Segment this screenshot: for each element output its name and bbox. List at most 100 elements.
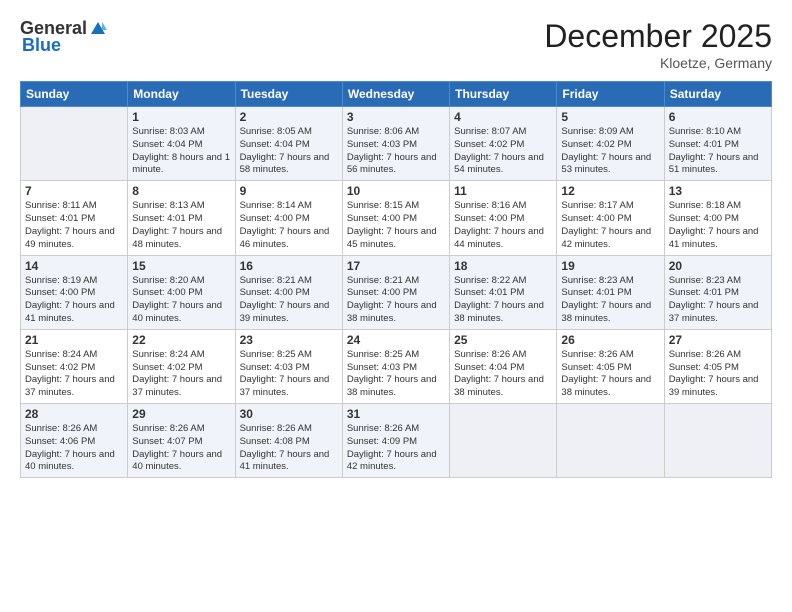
day-info: Sunrise: 8:26 AMSunset: 4:07 PMDaylight:… [132, 423, 230, 474]
day-number: 19 [561, 259, 659, 273]
day-number: 13 [669, 184, 767, 198]
day-number: 6 [669, 110, 767, 124]
day-number: 2 [240, 110, 338, 124]
day-number: 10 [347, 184, 445, 198]
calendar-cell: 4Sunrise: 8:07 AMSunset: 4:02 PMDaylight… [450, 107, 557, 181]
day-number: 30 [240, 407, 338, 421]
calendar-cell: 29 Sunrise: 8:26 AMSunset: 4:07 PMDayligh… [128, 404, 235, 478]
calendar-cell: 18Sunrise: 8:22 AMSunset: 4:01 PMDayligh… [450, 255, 557, 329]
day-number: 1 [132, 110, 230, 124]
day-info: Sunrise: 8:26 AMSunset: 4:06 PMDaylight:… [25, 423, 123, 474]
calendar-cell: 28 Sunrise: 8:26 AMSunset: 4:06 PMDayligh… [21, 404, 128, 478]
day-number: 28 [25, 407, 123, 421]
day-number: 27 [669, 333, 767, 347]
day-info: Sunrise: 8:06 AMSunset: 4:03 PMDaylight:… [347, 126, 445, 177]
day-number: 23 [240, 333, 338, 347]
day-info: Sunrise: 8:05 AMSunset: 4:04 PMDaylight:… [240, 126, 338, 177]
day-number: 12 [561, 184, 659, 198]
logo-blue: Blue [20, 35, 61, 56]
logo: General Blue [20, 18, 107, 56]
calendar-cell: 25 Sunrise: 8:26 AMSunset: 4:04 PMDayligh… [450, 329, 557, 403]
day-number: 16 [240, 259, 338, 273]
calendar-cell: 20 Sunrise: 8:23 AMSunset: 4:01 PMDayligh… [664, 255, 771, 329]
day-info: Sunrise: 8:21 AMSunset: 4:00 PMDaylight:… [240, 275, 338, 326]
col-header-thursday: Thursday [450, 82, 557, 107]
calendar-week-row: 28 Sunrise: 8:26 AMSunset: 4:06 PMDayligh… [21, 404, 772, 478]
calendar-cell: 24 Sunrise: 8:25 AMSunset: 4:03 PMDayligh… [342, 329, 449, 403]
day-number: 15 [132, 259, 230, 273]
month-title: December 2025 [544, 18, 772, 55]
day-info: Sunrise: 8:19 AMSunset: 4:00 PMDaylight:… [25, 275, 123, 326]
day-info: Sunrise: 8:13 AMSunset: 4:01 PMDaylight:… [132, 200, 230, 251]
location: Kloetze, Germany [544, 55, 772, 71]
day-info: Sunrise: 8:17 AMSunset: 4:00 PMDaylight:… [561, 200, 659, 251]
calendar-cell: 15 Sunrise: 8:20 AMSunset: 4:00 PMDayligh… [128, 255, 235, 329]
calendar-cell [664, 404, 771, 478]
calendar-cell [21, 107, 128, 181]
calendar-cell: 10 Sunrise: 8:15 AMSunset: 4:00 PMDayligh… [342, 181, 449, 255]
col-header-friday: Friday [557, 82, 664, 107]
calendar-cell: 3 Sunrise: 8:06 AMSunset: 4:03 PMDaylight… [342, 107, 449, 181]
day-info: Sunrise: 8:18 AMSunset: 4:00 PMDaylight:… [669, 200, 767, 251]
day-number: 14 [25, 259, 123, 273]
day-number: 24 [347, 333, 445, 347]
day-info: Sunrise: 8:16 AMSunset: 4:00 PMDaylight:… [454, 200, 552, 251]
day-number: 22 [132, 333, 230, 347]
calendar-cell [557, 404, 664, 478]
day-info: Sunrise: 8:11 AMSunset: 4:01 PMDaylight:… [25, 200, 123, 251]
calendar-cell: 23 Sunrise: 8:25 AMSunset: 4:03 PMDayligh… [235, 329, 342, 403]
calendar-header-row: SundayMondayTuesdayWednesdayThursdayFrid… [21, 82, 772, 107]
day-number: 3 [347, 110, 445, 124]
day-info: Sunrise: 8:10 AMSunset: 4:01 PMDaylight:… [669, 126, 767, 177]
day-info: Sunrise: 8:26 AMSunset: 4:05 PMDaylight:… [669, 349, 767, 400]
calendar-week-row: 14 Sunrise: 8:19 AMSunset: 4:00 PMDayligh… [21, 255, 772, 329]
calendar: SundayMondayTuesdayWednesdayThursdayFrid… [20, 81, 772, 478]
calendar-cell: 8Sunrise: 8:13 AMSunset: 4:01 PMDaylight… [128, 181, 235, 255]
page: General Blue December 2025 Kloetze, Germ… [0, 0, 792, 612]
calendar-cell: 14 Sunrise: 8:19 AMSunset: 4:00 PMDayligh… [21, 255, 128, 329]
day-number: 25 [454, 333, 552, 347]
day-info: Sunrise: 8:20 AMSunset: 4:00 PMDaylight:… [132, 275, 230, 326]
calendar-week-row: 7 Sunrise: 8:11 AMSunset: 4:01 PMDaylight… [21, 181, 772, 255]
day-info: Sunrise: 8:24 AMSunset: 4:02 PMDaylight:… [132, 349, 230, 400]
day-number: 4 [454, 110, 552, 124]
day-info: Sunrise: 8:26 AMSunset: 4:04 PMDaylight:… [454, 349, 552, 400]
day-number: 17 [347, 259, 445, 273]
calendar-cell: 22 Sunrise: 8:24 AMSunset: 4:02 PMDayligh… [128, 329, 235, 403]
calendar-cell: 17Sunrise: 8:21 AMSunset: 4:00 PMDayligh… [342, 255, 449, 329]
day-info: Sunrise: 8:14 AMSunset: 4:00 PMDaylight:… [240, 200, 338, 251]
day-number: 9 [240, 184, 338, 198]
day-number: 18 [454, 259, 552, 273]
day-info: Sunrise: 8:25 AMSunset: 4:03 PMDaylight:… [240, 349, 338, 400]
calendar-cell: 26 Sunrise: 8:26 AMSunset: 4:05 PMDayligh… [557, 329, 664, 403]
day-number: 20 [669, 259, 767, 273]
day-info: Sunrise: 8:15 AMSunset: 4:00 PMDaylight:… [347, 200, 445, 251]
day-info: Sunrise: 8:23 AMSunset: 4:01 PMDaylight:… [669, 275, 767, 326]
calendar-cell: 1 Sunrise: 8:03 AMSunset: 4:04 PMDaylight… [128, 107, 235, 181]
col-header-tuesday: Tuesday [235, 82, 342, 107]
col-header-monday: Monday [128, 82, 235, 107]
day-info: Sunrise: 8:26 AMSunset: 4:09 PMDaylight:… [347, 423, 445, 474]
day-info: Sunrise: 8:25 AMSunset: 4:03 PMDaylight:… [347, 349, 445, 400]
day-info: Sunrise: 8:26 AMSunset: 4:05 PMDaylight:… [561, 349, 659, 400]
calendar-cell: 27 Sunrise: 8:26 AMSunset: 4:05 PMDayligh… [664, 329, 771, 403]
calendar-cell: 9 Sunrise: 8:14 AMSunset: 4:00 PMDaylight… [235, 181, 342, 255]
title-area: December 2025 Kloetze, Germany [544, 18, 772, 71]
calendar-week-row: 21 Sunrise: 8:24 AMSunset: 4:02 PMDayligh… [21, 329, 772, 403]
calendar-cell: 7 Sunrise: 8:11 AMSunset: 4:01 PMDaylight… [21, 181, 128, 255]
day-info: Sunrise: 8:24 AMSunset: 4:02 PMDaylight:… [25, 349, 123, 400]
day-info: Sunrise: 8:03 AMSunset: 4:04 PMDaylight:… [132, 126, 230, 177]
header: General Blue December 2025 Kloetze, Germ… [20, 18, 772, 71]
calendar-cell: 2 Sunrise: 8:05 AMSunset: 4:04 PMDaylight… [235, 107, 342, 181]
calendar-cell: 21 Sunrise: 8:24 AMSunset: 4:02 PMDayligh… [21, 329, 128, 403]
calendar-cell: 31Sunrise: 8:26 AMSunset: 4:09 PMDayligh… [342, 404, 449, 478]
calendar-week-row: 1 Sunrise: 8:03 AMSunset: 4:04 PMDaylight… [21, 107, 772, 181]
day-number: 29 [132, 407, 230, 421]
day-number: 21 [25, 333, 123, 347]
calendar-cell: 16 Sunrise: 8:21 AMSunset: 4:00 PMDayligh… [235, 255, 342, 329]
day-number: 5 [561, 110, 659, 124]
calendar-cell: 30Sunrise: 8:26 AMSunset: 4:08 PMDayligh… [235, 404, 342, 478]
day-number: 26 [561, 333, 659, 347]
day-number: 7 [25, 184, 123, 198]
calendar-cell: 12 Sunrise: 8:17 AMSunset: 4:00 PMDayligh… [557, 181, 664, 255]
